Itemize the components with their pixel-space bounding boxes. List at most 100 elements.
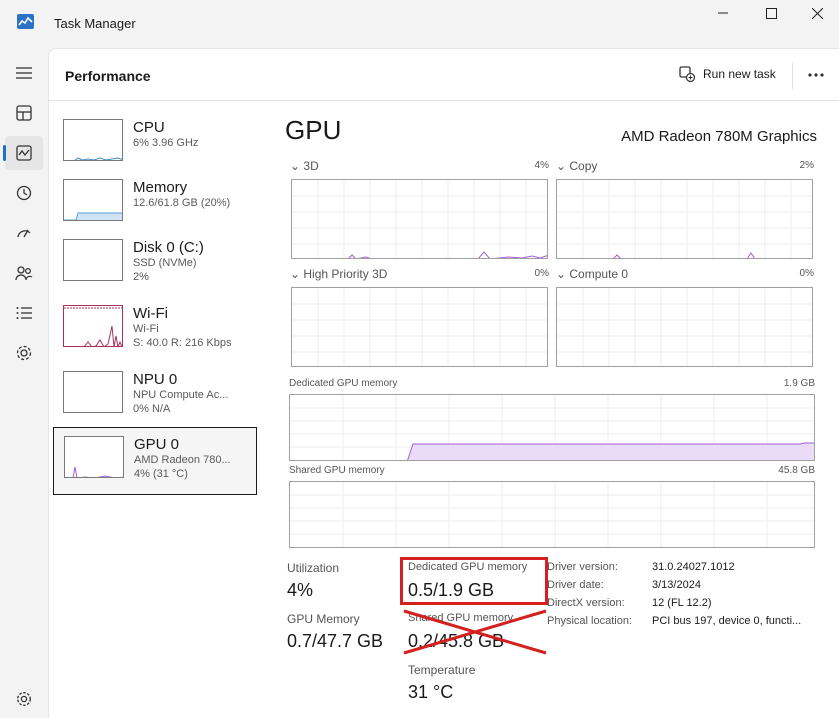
main-panel: Performance Run new task CPU 6% 3.96 GHz…: [48, 48, 839, 718]
engine-graph-copy: [556, 179, 813, 259]
more-icon: [808, 73, 824, 77]
shared-memory-graph-label: Shared GPU memory: [289, 465, 385, 476]
dedicated-memory-graph-label: Dedicated GPU memory: [289, 378, 398, 389]
device-name: NPU 0: [133, 371, 178, 388]
startup-apps-icon: [17, 229, 31, 238]
hamburger-menu-button[interactable]: [5, 56, 43, 90]
users-icon: [15, 266, 33, 281]
details-icon: [16, 307, 32, 319]
app-history-icon: [16, 185, 32, 201]
device-item-npu[interactable]: NPU 0 NPU Compute Ac... 0% N/A: [53, 363, 257, 431]
highlight-box-annotation: [400, 557, 548, 605]
device-detail-2: 4% (31 °C): [134, 468, 188, 480]
gpu-thumbnail-graph: [64, 436, 124, 478]
physical-location-value: PCI bus 197, device 0, functi...: [652, 615, 802, 627]
device-detail: 6% 3.96 GHz: [133, 137, 199, 149]
engine-dropdown-copy[interactable]: ⌄ Copy: [556, 159, 597, 173]
device-name: GPU 0: [134, 436, 180, 453]
directx-version-value: 12 (FL 12.2): [652, 597, 712, 609]
device-name: Disk 0 (C:): [133, 239, 204, 256]
gpu-memory-value: 0.7/47.7 GB: [287, 631, 384, 651]
run-new-task-label: Run new task: [703, 67, 776, 81]
engine-pct-3d: 4%: [534, 160, 549, 171]
gpu-model-name: AMD Radeon 780M Graphics: [621, 128, 817, 145]
device-detail-2: S: 40.0 R: 216 Kbps: [133, 337, 232, 349]
nav-settings[interactable]: [5, 682, 43, 716]
cpu-thumbnail-graph: [63, 119, 123, 161]
engine-dropdown-3d[interactable]: ⌄ 3D: [290, 159, 319, 173]
performance-icon: [16, 145, 32, 161]
engine-dropdown-compute-0[interactable]: ⌄ Compute 0: [556, 267, 628, 281]
physical-location-label: Physical location:: [547, 615, 632, 627]
hamburger-icon: [16, 67, 32, 79]
minimize-button[interactable]: [700, 0, 746, 26]
device-detail-2: 0% N/A: [133, 403, 171, 415]
nav-app-history[interactable]: [5, 176, 43, 210]
nav-processes[interactable]: [5, 96, 43, 130]
engine-pct-high-priority-3d: 0%: [534, 268, 549, 279]
engine-graph-compute-0: [556, 287, 813, 367]
close-button[interactable]: [794, 0, 839, 26]
device-item-memory[interactable]: Memory 12.6/61.8 GB (20%): [53, 171, 257, 239]
shared-memory-graph-max: 45.8 GB: [778, 465, 815, 476]
nav-details[interactable]: [5, 296, 43, 330]
processes-icon: [16, 105, 32, 121]
temperature-value: 31 °C: [408, 682, 454, 702]
nav-startup-apps[interactable]: [5, 216, 43, 250]
device-detail: SSD (NVMe): [133, 257, 197, 269]
directx-version-label: DirectX version:: [547, 597, 625, 609]
engine-pct-compute-0: 0%: [799, 268, 814, 279]
services-icon: [16, 345, 32, 361]
device-name: Wi-Fi: [133, 305, 168, 322]
minimize-icon: [718, 12, 728, 14]
device-detail: 12.6/61.8 GB (20%): [133, 197, 231, 209]
npu-thumbnail-graph: [63, 371, 123, 413]
device-name: Memory: [133, 179, 188, 196]
more-options-button[interactable]: [802, 63, 830, 87]
navigation-rail: [0, 48, 48, 718]
driver-date-value: 3/13/2024: [652, 579, 701, 591]
run-task-icon: [679, 66, 695, 82]
driver-version-label: Driver version:: [547, 561, 618, 573]
device-name: CPU: [133, 119, 165, 136]
dedicated-memory-graph: [289, 394, 815, 461]
driver-version-value: 31.0.24027.1012: [652, 561, 735, 573]
device-item-disk[interactable]: Disk 0 (C:) SSD (NVMe) 2%: [53, 231, 257, 299]
maximize-icon: [765, 7, 777, 19]
wifi-thumbnail-graph: [63, 305, 123, 347]
shared-memory-graph: [289, 481, 815, 548]
utilization-label: Utilization: [287, 561, 340, 575]
settings-icon: [17, 692, 31, 706]
device-item-wifi[interactable]: Wi-Fi Wi-Fi S: 40.0 R: 216 Kbps: [53, 297, 257, 365]
maximize-button[interactable]: [748, 0, 794, 26]
device-detail: AMD Radeon 780...: [134, 454, 231, 466]
engine-dropdown-high-priority-3d[interactable]: ⌄ High Priority 3D: [290, 267, 387, 281]
device-item-gpu[interactable]: GPU 0 AMD Radeon 780... 4% (31 °C): [53, 427, 257, 495]
title-bar: Task Manager: [0, 0, 839, 48]
engine-pct-copy: 2%: [799, 160, 814, 171]
page-title: Performance: [65, 68, 151, 84]
nav-services[interactable]: [5, 336, 43, 370]
dedicated-memory-graph-max: 1.9 GB: [783, 378, 815, 389]
engine-graph-high-priority-3d: [291, 287, 548, 367]
page-header: Performance Run new task: [49, 49, 839, 101]
engine-graph-3d: [291, 179, 548, 259]
run-new-task-button[interactable]: Run new task: [679, 66, 776, 82]
device-detail: NPU Compute Ac...: [133, 389, 229, 401]
memory-thumbnail-graph: [63, 179, 123, 221]
nav-users[interactable]: [5, 256, 43, 290]
task-manager-logo-icon: [17, 14, 34, 29]
header-separator: [792, 63, 793, 89]
window-title: Task Manager: [54, 16, 136, 31]
disk-thumbnail-graph: [63, 239, 123, 281]
device-detail-2: 2%: [133, 271, 149, 283]
strike-x-annotation: [403, 609, 547, 655]
device-item-cpu[interactable]: CPU 6% 3.96 GHz: [53, 111, 257, 179]
temperature-label: Temperature: [408, 663, 476, 677]
driver-date-label: Driver date:: [547, 579, 604, 591]
close-icon: [811, 7, 823, 19]
gpu-memory-label: GPU Memory: [287, 612, 360, 626]
device-detail: Wi-Fi: [133, 323, 159, 335]
nav-performance[interactable]: [3, 136, 43, 170]
gpu-heading: GPU: [285, 115, 342, 145]
